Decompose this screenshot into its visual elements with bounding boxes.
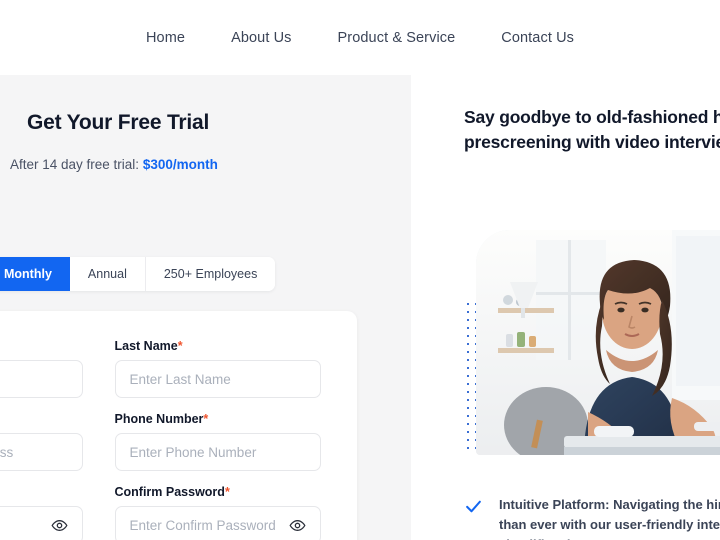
field-group-password: Password* Enter Password [0,485,83,540]
field-group-last-name: Last Name* Enter Last Name [114,339,321,398]
plan-tab-annual[interactable]: Annual [69,257,146,291]
field-group-confirm-password: Confirm Password* Enter Confirm Password [114,485,321,540]
confirm-password-input[interactable]: Enter Confirm Password [114,506,321,540]
hero-heading: Say goodbye to old-fashioned hiring. The… [464,107,720,153]
trial-subtitle: After 14 day free trial: $300/month [10,157,218,172]
field-group-first-name: First Name* Enter First Name [0,339,83,398]
required-asterisk: * [203,412,209,426]
hero-photo [476,230,720,455]
nav-links: Home About Us Product & Service Contact … [146,30,574,46]
plan-tab-monthly[interactable]: Monthly [0,257,70,291]
eye-icon[interactable] [50,517,68,534]
first-name-placeholder: Enter First Name [0,372,68,387]
password-input[interactable]: Enter Password [0,506,83,540]
plan-tab-group: Monthly Annual 250+ Employees [0,257,276,291]
feature-item: Intuitive Platform: Navigating the hirin… [464,495,720,540]
hero-panel: Say goodbye to old-fashioned hiring. The… [411,75,720,540]
nav-link-contact-us[interactable]: Contact Us [501,30,574,46]
nav-link-about-us[interactable]: About Us [231,30,291,46]
field-group-phone: Phone Number* Enter Phone Number [114,412,321,471]
page-root: Home About Us Product & Service Contact … [0,0,720,540]
phone-placeholder: Enter Phone Number [129,444,257,460]
page-title: Get Your Free Trial [27,111,210,134]
email-label: Email Address* [0,412,83,426]
field-group-email: Email Address* Enter Email Address [0,412,83,471]
signup-panel: Get Your Free Trial After 14 day free tr… [0,75,411,540]
nav-link-home[interactable]: Home [146,30,185,46]
eye-icon[interactable] [289,517,306,534]
phone-label: Phone Number* [114,412,209,426]
required-asterisk: * [224,485,230,499]
feature-text: Intuitive Platform: Navigating the hirin… [499,497,720,540]
first-name-input[interactable]: Enter First Name [0,360,83,398]
required-asterisk: * [177,339,183,353]
last-name-input[interactable]: Enter Last Name [114,360,321,398]
nav-link-product-service[interactable]: Product & Service [338,30,456,46]
hero-photo-illustration [476,230,720,455]
check-icon [464,497,483,540]
phone-input[interactable]: Enter Phone Number [114,433,321,471]
signup-form-card: First Name* Enter First Name Last Name* … [0,311,357,540]
confirm-password-label: Confirm Password* [114,485,230,499]
first-name-label: First Name* [0,339,83,353]
top-navigation-bar: Home About Us Product & Service Contact … [0,0,720,75]
email-placeholder: Enter Email Address [0,444,14,460]
last-name-label: Last Name* [114,339,183,353]
last-name-placeholder: Enter Last Name [129,371,231,387]
confirm-password-placeholder: Enter Confirm Password [129,517,276,533]
password-placeholder: Enter Password [0,518,51,533]
signup-form-grid: First Name* Enter First Name Last Name* … [0,339,321,540]
trial-price: $300/month [142,157,218,172]
hero-image-container [464,230,720,470]
email-input[interactable]: Enter Email Address [0,433,83,471]
trial-subtitle-prefix: After 14 day free trial: [10,157,143,172]
password-label: Password* [0,485,83,499]
plan-tab-250-employees[interactable]: 250+ Employees [145,257,276,291]
